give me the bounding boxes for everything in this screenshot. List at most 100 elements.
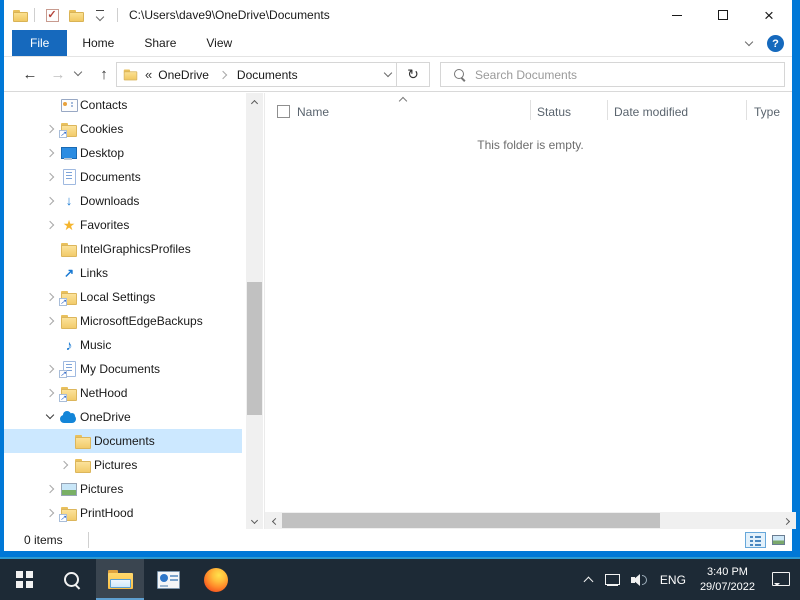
select-all-checkbox[interactable] — [277, 105, 290, 118]
explorer-window-body: ✓ C:\Users\dave9\OneDrive\Documents × Fi… — [4, 0, 792, 551]
column-header-date-modified[interactable]: Date modified — [614, 105, 688, 119]
chevron-right-icon[interactable] — [42, 361, 58, 377]
up-button[interactable]: ↑ — [92, 62, 116, 86]
column-separator[interactable] — [607, 100, 608, 120]
large-icons-view-button[interactable] — [768, 532, 789, 548]
breadcrumb-chevron-icon[interactable] — [215, 67, 231, 83]
taskbar-search-button[interactable] — [48, 559, 96, 600]
start-button[interactable] — [0, 559, 48, 600]
sidebar-item-contacts[interactable]: Contacts — [4, 93, 242, 117]
tab-file[interactable]: File — [12, 30, 67, 56]
column-header-type[interactable]: Type — [754, 105, 780, 119]
qat-new-folder-button[interactable] — [64, 3, 88, 27]
refresh-button[interactable]: ↻ — [397, 62, 429, 87]
sidebar-item-label: Desktop — [80, 146, 124, 160]
sidebar-item-local-settings[interactable]: ↗Local Settings — [4, 285, 242, 309]
sidebar-item-label: Pictures — [94, 458, 137, 472]
help-button[interactable]: ? — [767, 35, 784, 52]
chevron-right-icon[interactable] — [42, 169, 58, 185]
action-center-icon[interactable] — [772, 572, 790, 587]
sidebar-item-cookies[interactable]: ↗Cookies — [4, 117, 242, 141]
chevron-right-icon[interactable] — [42, 481, 58, 497]
chevron-right-icon[interactable] — [42, 217, 58, 233]
chevron-down-icon[interactable] — [42, 409, 58, 425]
sidebar-item-microsoftedgebackups[interactable]: MicrosoftEdgeBackups — [4, 309, 242, 333]
scroll-left-button[interactable] — [265, 512, 282, 529]
show-hidden-icons-button[interactable] — [582, 573, 596, 587]
network-icon[interactable] — [603, 572, 623, 588]
tree-scrollbar[interactable] — [246, 93, 263, 529]
horizontal-scrollbar-thumb[interactable] — [282, 513, 660, 528]
window-title: C:\Users\dave9\OneDrive\Documents — [129, 8, 330, 22]
chevron-right-icon[interactable] — [56, 457, 72, 473]
scroll-up-button[interactable] — [246, 93, 263, 110]
shortcut-overlay-icon: ↗ — [59, 370, 67, 378]
chevron-right-icon[interactable] — [42, 145, 58, 161]
language-indicator[interactable]: ENG — [657, 573, 689, 587]
sidebar-item-favorites[interactable]: ★Favorites — [4, 213, 242, 237]
breadcrumb-onedrive[interactable]: OneDrive — [158, 68, 209, 82]
address-bar[interactable]: « OneDrive Documents ↻ — [116, 62, 430, 87]
search-input[interactable] — [475, 68, 784, 82]
qat-properties-button[interactable]: ✓ — [40, 3, 64, 27]
sidebar-item-label: OneDrive — [80, 410, 131, 424]
back-button[interactable]: ← — [18, 62, 42, 86]
sidebar-item-downloads[interactable]: ↓Downloads — [4, 189, 242, 213]
chevron-right-icon[interactable] — [42, 385, 58, 401]
folder-icon — [74, 433, 92, 449]
sidebar-item-printhood[interactable]: ↗PrintHood — [4, 501, 242, 525]
chevron-right-icon[interactable] — [42, 193, 58, 209]
horizontal-scrollbar[interactable] — [265, 512, 796, 529]
download-arrow-icon: ↓ — [60, 193, 78, 209]
recent-locations-button[interactable] — [70, 66, 86, 82]
column-separator[interactable] — [746, 100, 747, 120]
sidebar-item-label: PrintHood — [80, 506, 133, 520]
tab-share[interactable]: Share — [129, 30, 191, 56]
qat-customize-button[interactable] — [88, 3, 112, 27]
breadcrumb-documents[interactable]: Documents — [237, 68, 298, 82]
sidebar-item-nethood[interactable]: ↗NetHood — [4, 381, 242, 405]
folder-shortcut-icon: ↗ — [60, 289, 78, 305]
date: 29/07/2022 — [700, 581, 755, 593]
forward-button[interactable]: → — [46, 62, 70, 86]
clock[interactable]: 3:40 PM 29/07/2022 — [696, 565, 759, 595]
column-header-status[interactable]: Status — [537, 105, 571, 119]
tree-scrollbar-thumb[interactable] — [247, 282, 262, 415]
sidebar-item-documents[interactable]: Documents — [4, 165, 242, 189]
column-separator[interactable] — [530, 100, 531, 120]
sidebar-item-intelgraphicsprofiles[interactable]: IntelGraphicsProfiles — [4, 237, 242, 261]
sort-ascending-icon — [397, 96, 409, 104]
chevron-right-icon[interactable] — [42, 289, 58, 305]
address-dropdown-icon[interactable] — [380, 67, 396, 83]
sidebar-item-desktop[interactable]: Desktop — [4, 141, 242, 165]
sidebar-item-my-documents[interactable]: ↗My Documents — [4, 357, 242, 381]
sidebar-item-onedrive-documents[interactable]: Documents — [4, 429, 242, 453]
star-icon: ★ — [60, 217, 78, 233]
sidebar-item-music[interactable]: ♪Music — [4, 333, 242, 357]
scroll-down-button[interactable] — [246, 512, 263, 529]
minimize-ribbon-icon[interactable] — [741, 36, 757, 52]
chevron-right-icon[interactable] — [42, 313, 58, 329]
maximize-button[interactable] — [700, 0, 746, 30]
tab-view[interactable]: View — [191, 30, 247, 56]
sidebar-item-links[interactable]: ↗Links — [4, 261, 242, 285]
details-view-button[interactable] — [745, 532, 766, 548]
sidebar-item-onedrive-pictures[interactable]: Pictures — [4, 453, 242, 477]
chevron-right-icon[interactable] — [42, 121, 58, 137]
sidebar-item-pictures[interactable]: Pictures — [4, 477, 242, 501]
close-button[interactable]: × — [746, 0, 792, 30]
sidebar-item-onedrive[interactable]: OneDrive — [4, 405, 242, 429]
taskbar-firefox-button[interactable] — [192, 559, 240, 600]
search-box[interactable] — [440, 62, 785, 87]
minimize-button[interactable] — [654, 0, 700, 30]
chevron-up-icon — [251, 98, 259, 106]
tab-home[interactable]: Home — [67, 30, 129, 56]
column-header-name[interactable]: Name — [297, 105, 329, 119]
chevron-right-icon[interactable] — [42, 505, 58, 521]
scroll-right-button[interactable] — [779, 512, 796, 529]
breadcrumb-overflow[interactable]: « — [145, 67, 152, 82]
taskbar-app-button[interactable] — [144, 559, 192, 600]
taskbar-file-explorer-button[interactable] — [96, 559, 144, 600]
volume-icon[interactable] — [630, 572, 650, 588]
sidebar-item-label: Local Settings — [80, 290, 155, 304]
